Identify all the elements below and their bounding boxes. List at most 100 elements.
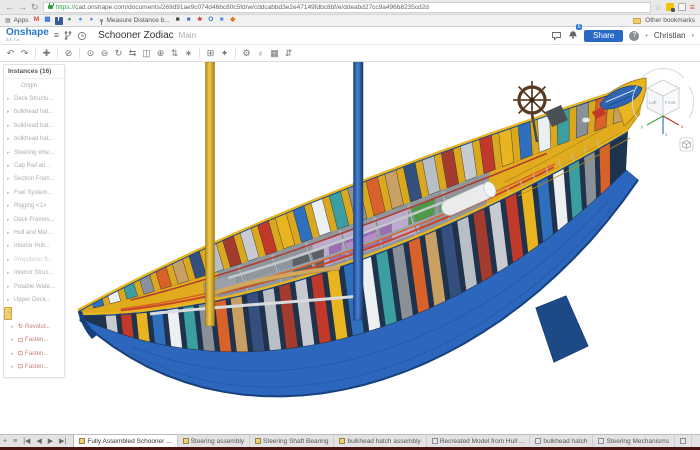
ball-mate-icon[interactable]: ∗	[182, 48, 195, 58]
toolbar-separator	[57, 47, 58, 59]
first-tab-icon[interactable]: |◀	[20, 435, 33, 447]
slider-mate-icon[interactable]: ⇆	[126, 48, 139, 58]
instance-item[interactable]: ▸ Section Fram...	[4, 173, 64, 186]
pinned-bookmark[interactable]: Measure Distance b...	[107, 17, 170, 24]
star-app-favicon[interactable]: ★	[196, 17, 204, 25]
tab-steering-shaft-bearing[interactable]: Steering Shaft Bearing	[250, 435, 335, 447]
prev-tab-icon[interactable]: ◀	[33, 435, 44, 447]
globe-favicon[interactable]: ●	[88, 17, 96, 25]
view-cube[interactable]: Left Front x y z	[630, 66, 696, 154]
revolute-mate-icon[interactable]: ↻	[112, 48, 125, 58]
facebook-favicon[interactable]: f	[54, 16, 63, 25]
history-clock-icon[interactable]	[77, 31, 87, 41]
mate-icon[interactable]: ⊙	[84, 48, 97, 58]
workspace-name[interactable]: Main	[179, 31, 196, 40]
tab-partial[interactable]	[675, 435, 692, 447]
blue-app-favicon[interactable]: ■	[218, 17, 226, 25]
photo-app-favicon[interactable]: ■	[185, 17, 193, 25]
undo-icon[interactable]: ↶	[4, 48, 17, 58]
address-bar[interactable]: https://cad.onshape.com/documents/269d91…	[42, 1, 651, 13]
insert-icon[interactable]: ✚	[40, 48, 53, 58]
chat-favicon[interactable]: ●	[77, 17, 85, 25]
onshape-logo[interactable]: Onshape BETA	[6, 27, 49, 43]
main-menu-icon[interactable]: ≡	[54, 31, 59, 40]
mate-connector-icon[interactable]: ✦	[218, 48, 231, 58]
tab-list-icon[interactable]: ≡	[10, 435, 20, 447]
tab-switcher-icon[interactable]	[677, 3, 686, 11]
planar-mate-icon[interactable]: ◫	[140, 48, 153, 58]
isometric-view-icon[interactable]	[679, 137, 694, 152]
instance-item[interactable]: ▸ Rigging <1>	[4, 200, 64, 213]
bookmark-star-icon[interactable]: ☆	[655, 3, 662, 12]
instance-label: Deck Frames...	[14, 216, 55, 223]
group-icon[interactable]: ⊞	[204, 48, 217, 58]
exploded-view-icon[interactable]: ⇵	[282, 48, 295, 58]
instance-item[interactable]: ▸ Interior Hull...	[4, 240, 64, 253]
viewcube-front-face[interactable]: Front	[665, 100, 676, 105]
share-button[interactable]: Share	[584, 29, 624, 42]
other-bookmarks[interactable]: Other bookmarks	[645, 17, 695, 24]
instance-item[interactable]: ▸ ⊡ Fasten...	[4, 333, 64, 346]
notifications-bell-icon[interactable]: 6	[568, 23, 583, 45]
instance-item[interactable]: ▸ bulkhead hat...	[4, 106, 64, 119]
cylindrical-mate-icon[interactable]: ⊕	[154, 48, 167, 58]
instance-item[interactable]: ▸ ⊡ Fasten...	[4, 347, 64, 360]
comment-icon[interactable]	[551, 31, 562, 41]
document-title[interactable]: Schooner Zodiac	[98, 30, 174, 41]
fastened-mate-icon[interactable]: ⊖	[98, 48, 111, 58]
instance-label: Fuel System...	[14, 189, 53, 196]
apps-label[interactable]: Apps	[14, 17, 29, 24]
grid-favicon[interactable]: ▦	[44, 17, 52, 25]
instance-item[interactable]: ▸ ⊡ Fasten...	[4, 360, 64, 373]
named-views-icon[interactable]: ♁	[254, 48, 267, 58]
schooner-3d-model[interactable]	[0, 62, 700, 434]
instance-item[interactable]: ▸ ↻ Revolut...	[4, 320, 64, 333]
instance-item[interactable]: ▸ Deck Frames...	[4, 213, 64, 226]
chrome-menu-icon[interactable]: ≡	[690, 2, 695, 12]
tab-fully-assembled-schooner[interactable]: Fully Assembled Schooner ...	[73, 435, 178, 447]
forward-icon[interactable]: →	[18, 2, 27, 12]
tab-steering-mechanisms[interactable]: Steering Mechanisms	[593, 435, 675, 447]
instance-item[interactable]: ▸ Potable Wate...	[4, 280, 64, 293]
redo-icon[interactable]: ↷	[18, 48, 31, 58]
instance-item[interactable]: ▸ Deck Structu...	[4, 92, 64, 105]
circle-app-favicon[interactable]: O	[207, 17, 215, 25]
instance-item[interactable]: ▸ Fuel System...	[4, 186, 64, 199]
versions-branch-icon[interactable]	[64, 30, 72, 41]
user-menu[interactable]: Christian	[654, 31, 686, 40]
pattern-icon[interactable]: ⚙	[240, 48, 253, 58]
add-tab-button[interactable]: +	[0, 435, 10, 447]
assembly-tab-icon	[339, 438, 346, 444]
tab-steering-assembly[interactable]: Steering assembly	[178, 435, 251, 447]
viewcube-left-face[interactable]: Left	[649, 100, 657, 105]
apps-grid-icon[interactable]: ▦	[5, 17, 11, 24]
instance-item[interactable]: ▸ Propulsion S...	[4, 253, 64, 266]
graphics-area[interactable]: Instances (16) Origin ▸ Deck Structu... ▸ bu…	[0, 62, 700, 434]
extension-icon[interactable]	[665, 3, 675, 12]
reload-icon[interactable]: ↻	[31, 2, 39, 12]
appearance-icon[interactable]: ▦	[268, 48, 281, 58]
last-tab-icon[interactable]: ▶|	[56, 435, 69, 447]
instance-item[interactable]: ▸ bulkhead hat...	[4, 119, 64, 132]
instance-item[interactable]: ▸ Steering whe...	[4, 146, 64, 159]
instance-item[interactable]: ▸ Hull and Met...	[4, 226, 64, 239]
green-app-favicon[interactable]: ●	[66, 17, 74, 25]
back-icon[interactable]: ←	[5, 2, 14, 12]
tab-bulkhead-hatch-assembly[interactable]: bulkhead hatch assembly	[334, 435, 427, 447]
instance-item[interactable]: ▾Mate Feature...	[4, 306, 12, 321]
chevron-right-icon: ▸	[7, 176, 10, 183]
gmail-favicon[interactable]: M	[33, 17, 41, 25]
instance-item[interactable]: ▸ Interior Struc...	[4, 266, 64, 279]
dark-app-favicon[interactable]: ■	[174, 17, 182, 25]
help-icon[interactable]: ?	[629, 30, 640, 41]
instance-item[interactable]: ▸ bulkhead hat...	[4, 133, 64, 146]
tab-recreated-model-from-hull[interactable]: Recreated Model from Hull ...	[427, 435, 531, 447]
suppress-icon[interactable]: ⊘	[62, 48, 75, 58]
tab-bulkhead-hatch[interactable]: bulkhead hatch	[530, 435, 594, 447]
instance-item[interactable]: ▸ Cap Rail an...	[4, 159, 64, 172]
diamond-app-favicon[interactable]: ◆	[229, 17, 237, 25]
instance-item[interactable]: Origin	[4, 79, 64, 92]
pin-slot-mate-icon[interactable]: ⇅	[168, 48, 181, 58]
instance-item[interactable]: ▸ Upper Deck...	[4, 293, 64, 306]
next-tab-icon[interactable]: ▶	[45, 435, 56, 447]
